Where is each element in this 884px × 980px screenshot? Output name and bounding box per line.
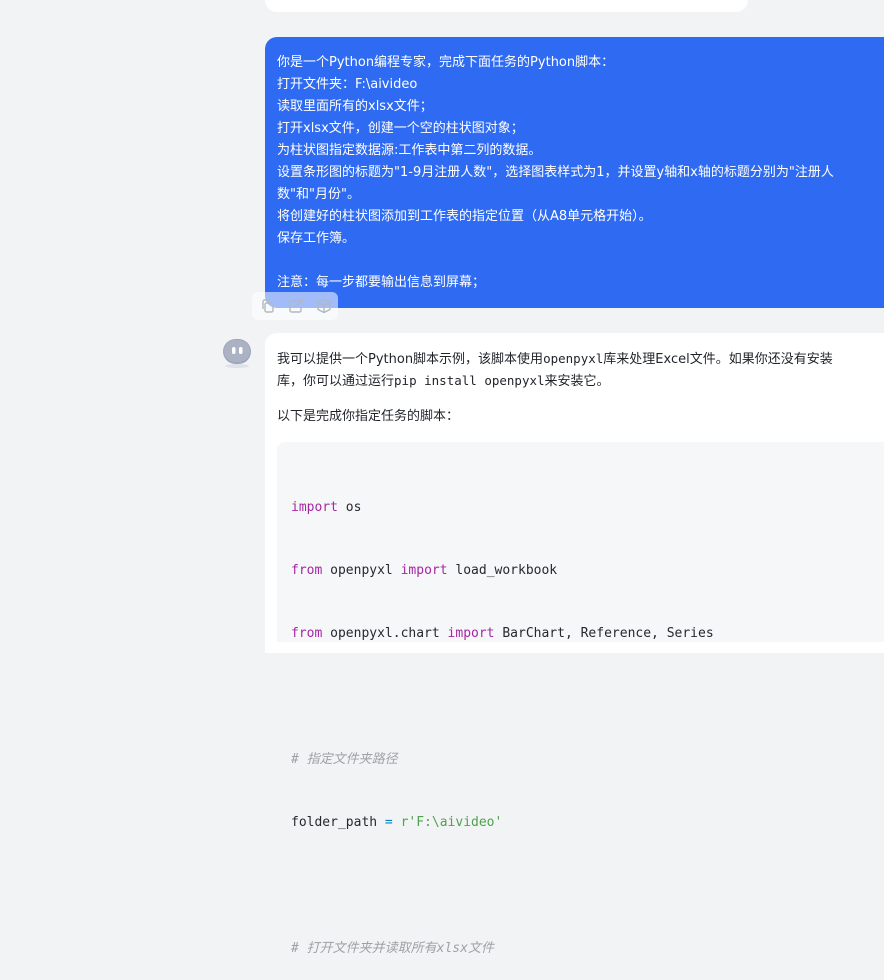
assistant-avatar xyxy=(221,337,253,369)
robot-icon xyxy=(223,339,251,368)
assistant-paragraph-1-cont: 库，你可以通过运行pip install openpyxl来安装它。 xyxy=(277,373,610,389)
code-line: # 打开文件夹并读取所有xlsx文件 xyxy=(291,941,494,956)
message-action-bar xyxy=(252,292,338,320)
code-line: from openpyxl.chart import BarChart, Ref… xyxy=(291,626,714,641)
user-message-line: 将创建好的柱状图添加到工作表的指定位置（从A8单元格开始）。 xyxy=(277,209,652,224)
inline-code: openpyxl xyxy=(543,351,604,366)
inline-code: pip install openpyxl xyxy=(394,373,545,388)
user-message-bubble: 你是一个Python编程专家，完成下面任务的Python脚本： 打开文件夹：F:… xyxy=(265,37,884,308)
code-content: import os from openpyxl import load_work… xyxy=(291,455,714,980)
code-line: folder_path = r'F:\aivideo' xyxy=(291,815,503,830)
share-icon xyxy=(289,299,303,313)
user-message-line: 为柱状图指定数据源:工作表中第二列的数据。 xyxy=(277,143,542,158)
code-line: from openpyxl import load_workbook xyxy=(291,563,558,578)
code-line: import os xyxy=(291,500,362,515)
share-button[interactable] xyxy=(285,295,307,317)
previous-message-card xyxy=(265,0,748,12)
cube-button[interactable] xyxy=(313,295,335,317)
user-message-line: 打开xlsx文件，创建一个空的柱状图对象； xyxy=(277,121,524,136)
copy-icon xyxy=(262,299,274,313)
cube-icon xyxy=(317,298,331,314)
user-message-line: 读取里面所有的xlsx文件； xyxy=(277,99,433,114)
assistant-paragraph-2: 以下是完成你指定任务的脚本： xyxy=(277,409,460,424)
user-message-line: 你是一个Python编程专家，完成下面任务的Python脚本： xyxy=(277,55,615,70)
user-message-line: 数"和"月份"。 xyxy=(277,187,360,202)
user-message-line xyxy=(277,250,884,272)
copy-button[interactable] xyxy=(257,295,279,317)
assistant-paragraph-1: 我可以提供一个Python脚本示例，该脚本使用openpyxl库来处理Excel… xyxy=(277,351,833,367)
user-message-line: 设置条形图的标题为"1-9月注册人数"，选择图表样式为1，并设置y轴和x轴的标题… xyxy=(277,165,834,180)
user-message-line: 保存工作簿。 xyxy=(277,231,356,246)
user-message-line: 注意：每一步都要输出信息到屏幕； xyxy=(277,275,486,290)
code-line: # 指定文件夹路径 xyxy=(291,752,398,767)
user-message-line: 打开文件夹：F:\aivideo xyxy=(277,77,418,92)
